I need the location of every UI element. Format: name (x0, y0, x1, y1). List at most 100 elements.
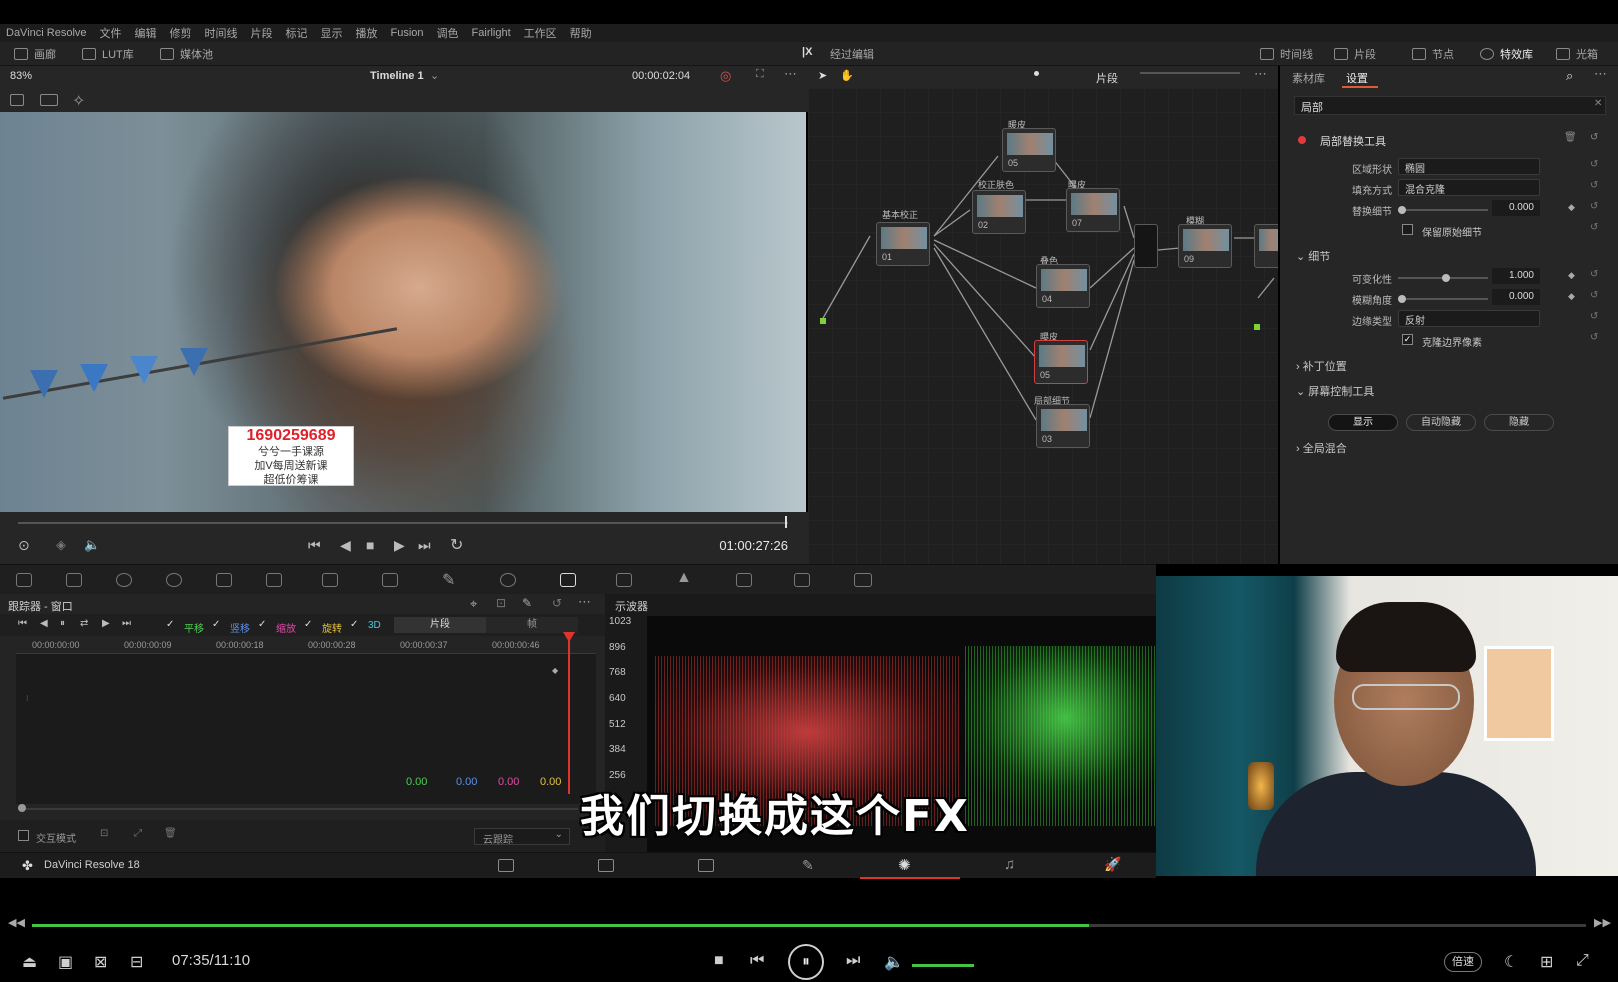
scroll-knob[interactable] (18, 804, 26, 812)
sizing-icon[interactable] (794, 573, 810, 587)
deliver-page-icon[interactable]: 🚀 (1104, 856, 1121, 873)
section-patch-position[interactable]: › 补丁位置 (1296, 358, 1347, 374)
cloud-tracker-dropdown[interactable]: 云跟踪 ⌄ (474, 828, 570, 846)
track-forward-last-icon[interactable]: ⏭ (122, 618, 131, 629)
track-swap-icon[interactable]: ⇄ (80, 618, 88, 629)
feature-points-icon[interactable]: ⊡ (100, 828, 108, 839)
play-icon[interactable]: ▶ (394, 537, 405, 554)
node-partial[interactable] (1254, 224, 1278, 268)
color-wheel-icon[interactable]: ◎ (720, 68, 731, 84)
next-icon[interactable]: ⏭ (846, 952, 860, 970)
key-icon[interactable] (736, 573, 752, 587)
keyframe-icon[interactable]: ◆ (1568, 270, 1575, 281)
fusion-page-icon[interactable]: ✎ (802, 857, 814, 874)
section-detail[interactable]: ⌄ 细节 (1296, 248, 1330, 264)
node-07[interactable]: 07 (1066, 188, 1120, 232)
track-reverse-icon[interactable]: ◀ (40, 618, 48, 629)
blur-icon[interactable]: ▲ (676, 569, 692, 586)
viewer-timecode-top[interactable]: 00:00:02:04 (632, 70, 690, 82)
share-icon[interactable]: ⊞ (1540, 952, 1553, 972)
reset-icon[interactable]: ↺ (1590, 332, 1598, 343)
check-pan[interactable]: ✓ (166, 619, 174, 630)
nodes-toggle[interactable]: 节点 (1412, 46, 1454, 62)
keyframe-icon[interactable]: ◆ (1568, 291, 1575, 302)
menu-view[interactable]: 显示 (321, 25, 343, 41)
tab-settings[interactable]: 设置 (1346, 70, 1368, 86)
node-02[interactable]: 02 (972, 190, 1026, 234)
viewer-scrubber[interactable] (18, 522, 788, 524)
hdr-icon[interactable] (166, 573, 182, 587)
pointer-pick-icon[interactable]: ✎ (522, 596, 532, 610)
node-top[interactable]: 05 (1002, 128, 1056, 172)
reset-icon[interactable]: ↺ (1590, 290, 1598, 301)
segment-clip[interactable]: 片段 (394, 617, 486, 633)
menu-help[interactable]: 帮助 (570, 25, 592, 41)
track-forward-icon[interactable]: ▶ (102, 618, 110, 629)
search-icon[interactable]: ⌕ (1566, 68, 1573, 84)
reset-icon[interactable]: ↺ (1590, 132, 1598, 143)
menu-workspace[interactable]: 工作区 (524, 25, 557, 41)
3d-icon[interactable] (854, 573, 872, 587)
stop-icon[interactable]: ■ (714, 952, 724, 970)
timeline-toggle[interactable]: 时间线 (1260, 46, 1313, 62)
fullscreen-icon[interactable]: ⛶ (756, 68, 764, 81)
search-input[interactable]: 局部 (1294, 96, 1606, 115)
motion-effects-icon[interactable] (266, 573, 282, 587)
check-3d[interactable]: ✓ (350, 619, 358, 630)
tab-library[interactable]: 素材库 (1292, 70, 1325, 86)
reset-icon[interactable]: ↺ (1590, 222, 1598, 233)
fairlight-page-icon[interactable]: ♫ (1004, 856, 1015, 873)
slider-knob[interactable] (1442, 274, 1450, 282)
delete-point-icon[interactable]: 🗑 (164, 828, 177, 839)
window-icon[interactable] (500, 573, 516, 587)
clone-edge-checkbox[interactable]: ✓ (1402, 334, 1413, 345)
pip-icon[interactable]: ▣ (58, 952, 73, 972)
clear-search-icon[interactable]: ✕ (1594, 98, 1602, 109)
node-output-port[interactable] (1254, 324, 1260, 330)
timeline-name[interactable]: Timeline 1 (370, 70, 424, 82)
reset-icon[interactable]: ↺ (552, 596, 562, 610)
auto-hide-button[interactable]: 自动隐藏 (1406, 414, 1476, 431)
scrub-playhead[interactable] (785, 516, 787, 528)
volume-slider[interactable] (912, 964, 974, 967)
track-pause-icon[interactable]: ⏸ (60, 618, 65, 629)
menu-clip[interactable]: 片段 (251, 25, 273, 41)
menu-mark[interactable]: 标记 (286, 25, 308, 41)
edge-type-dropdown[interactable]: 反射 (1398, 310, 1540, 327)
reset-icon[interactable]: ↺ (1590, 180, 1598, 191)
grid-icon[interactable] (40, 94, 58, 106)
pointer-tool-icon[interactable]: ➤ (818, 69, 827, 82)
menu-fairlight[interactable]: Fairlight (472, 27, 511, 39)
curves-icon[interactable] (322, 573, 338, 587)
keyframe-icon[interactable]: ◆ (1568, 202, 1575, 213)
crosshair-icon[interactable]: ⌖ (470, 596, 477, 612)
menu-fusion[interactable]: Fusion (391, 27, 424, 39)
hand-tool-icon[interactable]: ✋ (840, 69, 854, 82)
replace-detail-slider[interactable] (1398, 209, 1488, 211)
effects-library-toggle[interactable]: 特效库 (1480, 46, 1533, 62)
video-viewer[interactable]: 1690259689 兮兮一手课源 加V每周送新课 超低价筹课 (0, 112, 806, 512)
chevron-down-icon[interactable]: ⌄ (430, 69, 439, 82)
qualifier-icon[interactable]: ✎ (442, 570, 458, 589)
media-pool-button[interactable]: 媒体池 (160, 46, 213, 62)
lighting-icon[interactable]: ☾ (1504, 952, 1518, 972)
tracker-icon[interactable] (560, 573, 576, 587)
menu-color[interactable]: 调色 (437, 25, 459, 41)
zoom-level[interactable]: 83% (10, 70, 32, 82)
gallery-button[interactable]: 画廊 (14, 46, 56, 62)
screenshot-icon[interactable]: ⊠ (94, 952, 107, 972)
onscreen-control-icon[interactable]: ⊙ (18, 537, 30, 554)
playhead-marker[interactable] (563, 632, 575, 642)
color-match-icon[interactable] (66, 573, 82, 587)
lightbox-toggle[interactable]: 光箱 (1556, 46, 1598, 62)
go-first-icon[interactable]: ⏮ (308, 537, 321, 554)
color-page-icon[interactable]: ✺ (898, 856, 911, 874)
menu-timeline[interactable]: 时间线 (205, 25, 238, 41)
track-reverse-first-icon[interactable]: ⏮ (18, 618, 27, 629)
menu-edit[interactable]: 编辑 (135, 25, 157, 41)
variability-value[interactable]: 1.000 (1492, 268, 1540, 284)
layer-icon[interactable]: ◈ (56, 537, 66, 553)
pause-button[interactable]: ⏸ (788, 944, 824, 980)
tracker-playhead[interactable] (568, 634, 570, 794)
more-icon[interactable]: ⋯ (784, 66, 797, 82)
